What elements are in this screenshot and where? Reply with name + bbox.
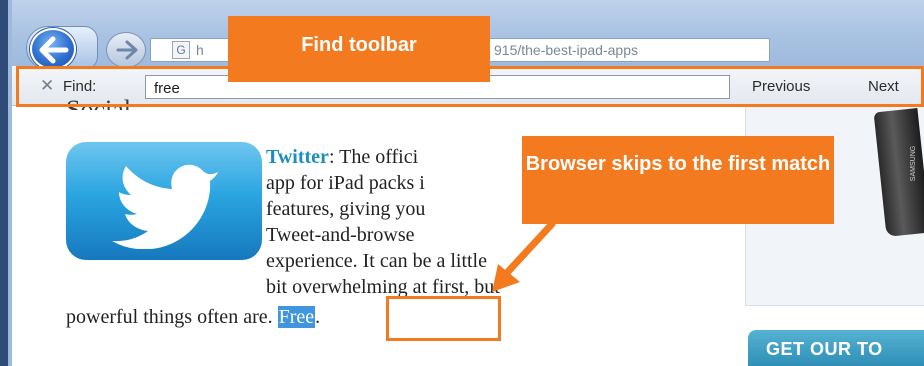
text-line-7: powerful things often are. Free. [66, 306, 321, 328]
text-line-2: app for iPad packs i [266, 172, 425, 194]
twitter-link[interactable]: Twitter [266, 146, 329, 168]
cta-banner[interactable]: GET OUR TO [748, 330, 924, 366]
device-brand-label: SAMSUNG [910, 145, 918, 182]
callout-find-toolbar: Find toolbar [228, 16, 490, 82]
forward-button[interactable] [106, 32, 146, 68]
url-text-end: 915/the-best-ipad-apps [494, 42, 638, 58]
text-line-3: features, giving you [266, 198, 426, 220]
back-button[interactable] [30, 28, 76, 70]
text-line-4: Tweet-and-browse [266, 224, 415, 246]
url-text-start: h [196, 42, 204, 58]
cta-text: GET OUR TO [766, 339, 883, 359]
bird-icon [112, 164, 218, 249]
forward-arrow-icon [116, 40, 138, 60]
twitter-app-icon [66, 142, 262, 260]
match-highlight-box [386, 296, 501, 341]
window-left-edge [0, 0, 8, 366]
back-arrow-icon [39, 36, 69, 64]
window-left-bevel [8, 0, 12, 366]
text-line-5: experience. It can be a little [266, 250, 487, 272]
callout-first-match: Browser skips to the first match [522, 136, 834, 224]
page-favicon-icon: G [172, 41, 190, 59]
callout-arrow-icon [492, 220, 556, 292]
search-match-highlight: Free [277, 306, 316, 328]
text-line-1: Twitter: The offici [266, 146, 419, 168]
